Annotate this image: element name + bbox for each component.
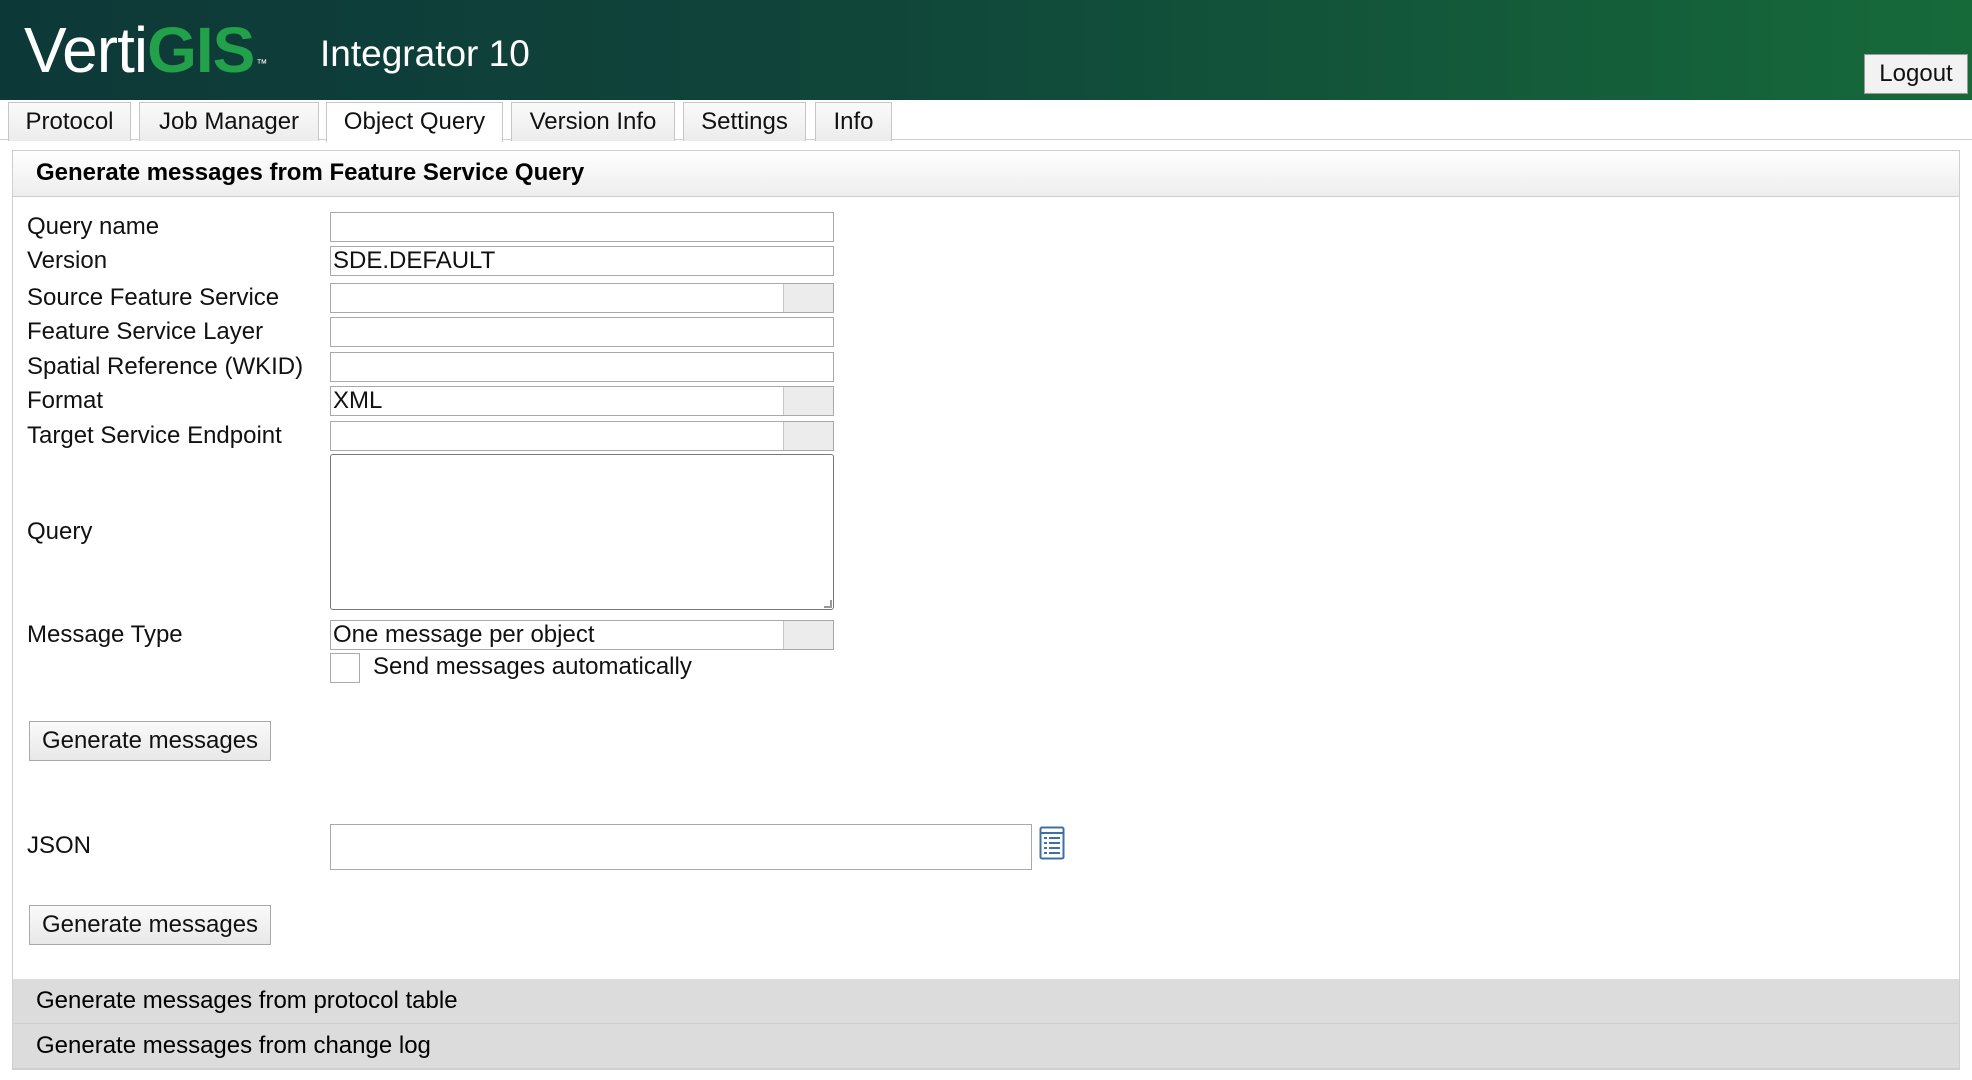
target-service-endpoint-label: Target Service Endpoint [27,422,282,449]
generate-messages-json-button[interactable]: Generate messages [29,905,271,945]
message-type-value: One message per object [333,621,595,648]
section-header-protocol-table[interactable]: Generate messages from protocol table [13,979,1959,1024]
version-label: Version [27,247,108,274]
tab-info[interactable]: Info [815,102,892,141]
json-label: JSON [27,832,92,859]
message-type-combo[interactable]: One message per object [330,620,834,650]
json-input[interactable] [330,824,1032,870]
tab-job-manager[interactable]: Job Manager [139,102,319,141]
tab-settings[interactable]: Settings [683,102,806,141]
query-textarea[interactable] [330,454,834,610]
feature-service-layer-input[interactable] [330,317,834,347]
vertigis-logo: VertiGIS ™ [24,14,267,86]
message-type-label: Message Type [27,621,183,648]
feature-service-layer-label: Feature Service Layer [27,318,264,345]
format-combo[interactable]: XML [330,386,834,416]
spatial-reference-input[interactable] [330,352,834,382]
source-feature-service-combo[interactable] [330,283,834,313]
tab-version-info[interactable]: Version Info [511,102,675,141]
section-header-feature-service-query[interactable]: Generate messages from Feature Service Q… [13,151,1959,197]
resize-grip[interactable] [824,600,832,608]
send-automatically-label: Send messages automatically [373,653,692,680]
version-input[interactable] [330,246,834,276]
dropdown-arrow-icon[interactable] [783,387,833,415]
format-value: XML [333,387,383,414]
dropdown-arrow-icon[interactable] [783,284,833,312]
query-name-label: Query name [27,213,160,240]
spatial-reference-label: Spatial Reference (WKID) [27,353,304,380]
query-label: Query [27,518,93,545]
app-header: VertiGIS ™ Integrator 10 Logout [0,0,1972,100]
app-title: Integrator 10 [320,33,530,74]
tab-object-query[interactable]: Object Query [326,102,503,142]
tab-bar: Protocol Job Manager Object Query Versio… [0,100,1972,142]
logout-button[interactable]: Logout [1864,54,1968,94]
format-label: Format [27,387,104,414]
query-name-input[interactable] [330,212,834,242]
object-query-panel: Generate messages from Feature Service Q… [12,150,1960,1070]
section-header-change-log[interactable]: Generate messages from change log [13,1024,1959,1069]
source-feature-service-label: Source Feature Service [27,284,280,311]
send-automatically-checkbox[interactable] [330,653,360,683]
dropdown-arrow-icon[interactable] [783,621,833,649]
dropdown-arrow-icon[interactable] [783,422,833,450]
generate-messages-button[interactable]: Generate messages [29,721,271,761]
tab-protocol[interactable]: Protocol [8,102,131,141]
target-service-endpoint-combo[interactable] [330,421,834,451]
document-list-icon[interactable] [1039,826,1065,860]
